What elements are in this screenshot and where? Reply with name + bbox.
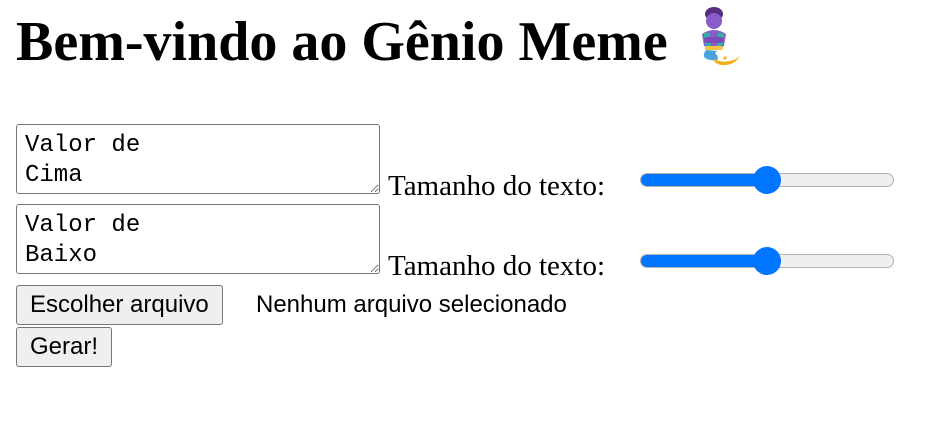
top-text-size-slider-thumb[interactable]	[753, 166, 781, 194]
bottom-text-size-slider-thumb[interactable]	[753, 247, 781, 275]
file-status-text: Nenhum arquivo selecionado	[256, 291, 567, 318]
generate-button[interactable]: Gerar!	[16, 327, 113, 367]
page-title: Bem-vindo ao Gênio Meme	[16, 2, 744, 82]
bottom-text-size-slider-fill	[641, 255, 768, 267]
bottom-text-input[interactable]	[16, 204, 380, 274]
page-title-text: Bem-vindo ao Gênio Meme	[16, 11, 668, 73]
bottom-text-size-label: Tamanho do texto:	[388, 250, 606, 282]
bottom-text-size-slider[interactable]	[640, 246, 894, 276]
bottom-text-row: Tamanho do texto:	[16, 204, 896, 282]
top-text-size-slider[interactable]	[640, 165, 894, 195]
genie-icon	[684, 4, 744, 66]
top-text-row: Tamanho do texto:	[16, 124, 896, 202]
top-text-input[interactable]	[16, 124, 380, 194]
top-text-size-label: Tamanho do texto:	[388, 170, 606, 202]
top-text-size-slider-fill	[641, 174, 768, 186]
choose-file-button[interactable]: Escolher arquivo	[16, 285, 223, 325]
